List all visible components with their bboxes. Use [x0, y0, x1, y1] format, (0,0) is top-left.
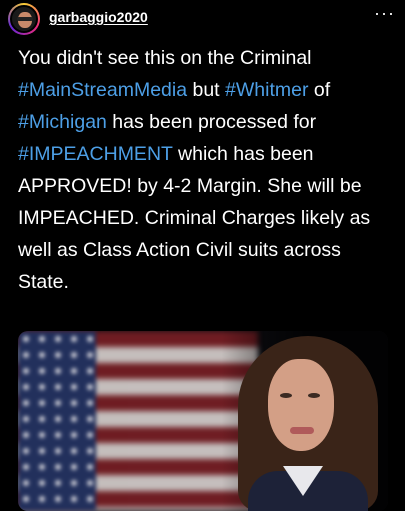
more-horizontal-icon[interactable]: ··· — [374, 4, 395, 22]
text-segment: but — [187, 79, 226, 101]
avatar-image — [10, 5, 38, 33]
hashtag-michigan[interactable]: #Michigan — [18, 111, 107, 133]
post-image[interactable] — [18, 331, 388, 511]
username-link[interactable]: garbaggio2020 — [49, 9, 148, 25]
portrait-face — [268, 359, 334, 451]
person-portrait — [228, 331, 388, 511]
text-segment: which has been APPROVED! by 4-2 Margin. … — [18, 143, 371, 293]
avatar[interactable] — [8, 3, 40, 35]
portrait-eye-left — [280, 393, 292, 398]
portrait-eye-right — [308, 393, 320, 398]
hashtag-impeachment[interactable]: #IMPEACHMENT — [18, 143, 173, 165]
post-header: garbaggio2020 ··· — [0, 0, 405, 35]
text-segment: of — [308, 79, 331, 101]
text-segment: You didn't see this on the Criminal — [18, 47, 312, 69]
post-text: You didn't see this on the Criminal #Mai… — [18, 42, 396, 298]
avatar-glasses — [17, 17, 33, 21]
portrait-lips — [290, 427, 314, 434]
hashtag-whitmer[interactable]: #Whitmer — [225, 79, 308, 101]
text-segment: has been processed for — [106, 111, 317, 133]
hashtag-mainstreammedia[interactable]: #MainStreamMedia — [18, 79, 187, 101]
